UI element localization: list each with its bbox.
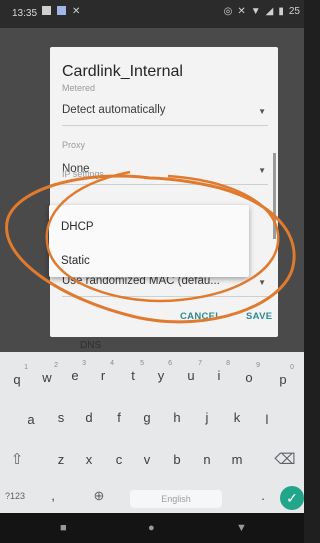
- comma-key[interactable]: ,: [42, 488, 64, 503]
- key-i[interactable]: i8: [208, 360, 230, 383]
- ip-settings-label: IP settings: [62, 169, 104, 179]
- dialog-title: Cardlink_Internal: [62, 63, 183, 80]
- network-config-dialog: Cardlink_Internal Metered Detect automat…: [50, 47, 278, 337]
- key-a[interactable]: a: [20, 412, 42, 427]
- key-v[interactable]: v: [136, 452, 158, 467]
- mute-icon: ✕: [237, 6, 246, 17]
- save-button[interactable]: SAVE: [246, 311, 272, 322]
- soft-keyboard: q1 w2 e3 r4 t5 y6 u7 i8 o9 p0 a s d f g …: [0, 352, 304, 513]
- menu-item-static[interactable]: Static: [61, 255, 90, 267]
- key-q[interactable]: q1: [6, 364, 28, 387]
- ip-settings-menu: DHCP Static: [49, 205, 249, 277]
- key-g[interactable]: g: [136, 410, 158, 425]
- key-j[interactable]: j: [196, 410, 218, 425]
- key-d[interactable]: d: [78, 410, 100, 425]
- key-y[interactable]: y6: [150, 360, 172, 383]
- system-icons: ◎ ✕ ▼ ◢ ▮ 25: [224, 6, 300, 17]
- dropdown-arrow-icon: ▼: [258, 107, 266, 116]
- status-bar: 13:35 ✕ ◎ ✕ ▼ ◢ ▮ 25: [0, 0, 304, 28]
- metered-select[interactable]: Detect automatically ▼: [62, 101, 268, 126]
- status-time: 13:35: [12, 8, 38, 19]
- key-z[interactable]: z: [50, 452, 72, 467]
- key-u[interactable]: u7: [180, 360, 202, 383]
- dialog-actions: CANCEL SAVE: [50, 307, 278, 331]
- close-notification-icon: ✕: [72, 6, 81, 17]
- key-h[interactable]: h: [166, 410, 188, 425]
- period-key[interactable]: .: [252, 488, 274, 503]
- key-f[interactable]: f: [108, 410, 130, 425]
- navigation-bar: ■ ● ▼: [0, 513, 304, 543]
- backspace-icon[interactable]: ⌫: [274, 450, 296, 468]
- wifi-icon: ▼: [250, 6, 261, 17]
- symbols-key[interactable]: ?123: [4, 491, 26, 501]
- scrollbar[interactable]: [273, 153, 276, 239]
- key-t[interactable]: t5: [122, 360, 144, 383]
- key-l[interactable]: l: [256, 412, 278, 427]
- notification-icons: ✕: [42, 6, 80, 17]
- dropdown-arrow-icon: ▼: [258, 166, 266, 175]
- metered-value: Detect automatically: [62, 104, 166, 116]
- nfc-icon: ◎: [223, 6, 233, 17]
- dropdown-arrow-icon: ▼: [258, 278, 266, 287]
- key-c[interactable]: c: [108, 452, 130, 467]
- key-r[interactable]: r4: [92, 360, 114, 383]
- cancel-button[interactable]: CANCEL: [180, 311, 221, 322]
- key-n[interactable]: n: [196, 452, 218, 467]
- key-m[interactable]: m: [226, 452, 248, 467]
- battery-percent: 25: [288, 6, 300, 17]
- globe-icon[interactable]: ⊕: [88, 488, 110, 504]
- key-k[interactable]: k: [226, 410, 248, 425]
- space-key[interactable]: English: [130, 490, 222, 508]
- key-o[interactable]: o9: [238, 362, 260, 385]
- key-x[interactable]: x: [78, 452, 100, 467]
- recents-icon[interactable]: ■: [60, 522, 67, 534]
- dns-label: DNS: [80, 340, 102, 351]
- metered-label: Metered: [62, 83, 96, 93]
- key-w[interactable]: w2: [36, 362, 58, 385]
- enter-icon[interactable]: ✓: [280, 486, 304, 510]
- app-notification-icon: [57, 6, 66, 15]
- home-icon[interactable]: ●: [148, 522, 155, 534]
- key-s[interactable]: s: [50, 410, 72, 425]
- proxy-label: Proxy: [62, 140, 86, 150]
- key-p[interactable]: p0: [272, 364, 294, 387]
- signal-icon: ◢: [265, 6, 274, 17]
- image-notification-icon: [42, 6, 51, 15]
- key-e[interactable]: e3: [64, 360, 86, 383]
- battery-icon: ▮: [278, 6, 284, 17]
- key-b[interactable]: b: [166, 452, 188, 467]
- back-icon[interactable]: ▼: [236, 522, 247, 534]
- menu-item-dhcp[interactable]: DHCP: [61, 221, 94, 233]
- shift-icon[interactable]: ⇧: [6, 450, 28, 468]
